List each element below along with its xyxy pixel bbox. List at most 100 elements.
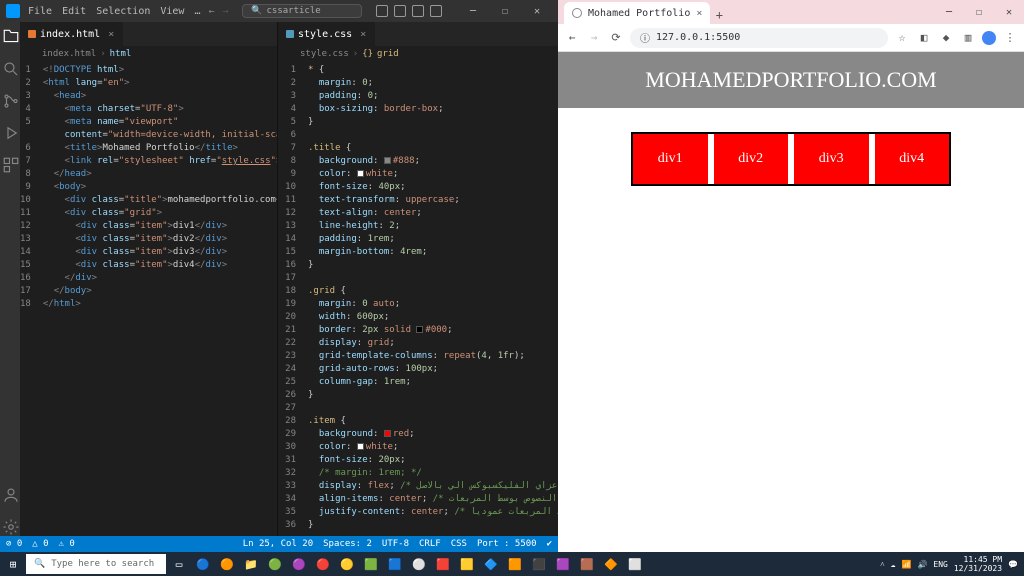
menu-bar: File Edit Selection View … xyxy=(28,6,201,17)
url-text: 127.0.0.1:5500 xyxy=(656,32,740,43)
vscode-logo-icon xyxy=(6,4,20,18)
maximize-button[interactable]: ☐ xyxy=(490,1,520,21)
taskbar-app-icon[interactable]: 🟣 xyxy=(288,554,310,574)
taskbar-app-icon[interactable]: 🟥 xyxy=(432,554,454,574)
taskbar-app-icon[interactable]: ⬛ xyxy=(528,554,550,574)
account-icon[interactable] xyxy=(2,486,20,504)
taskbar-app-icon[interactable]: ⬜ xyxy=(624,554,646,574)
css-file-icon xyxy=(286,30,294,38)
profile-icon[interactable] xyxy=(982,31,996,45)
debug-icon[interactable] xyxy=(2,124,20,142)
extension-icon[interactable]: ◆ xyxy=(938,30,954,46)
close-button[interactable]: ✕ xyxy=(522,1,552,21)
taskbar-app-icon[interactable]: 🟢 xyxy=(264,554,286,574)
search-icon: 🔍 xyxy=(251,6,262,16)
site-info-icon[interactable]: ⓘ xyxy=(640,30,650,45)
extension-icon[interactable]: ▥ xyxy=(960,30,976,46)
taskbar-app-icon[interactable]: ⚪ xyxy=(408,554,430,574)
taskbar-clock[interactable]: 11:45 PM 12/31/2023 xyxy=(954,555,1002,573)
close-tab-icon[interactable]: × xyxy=(696,8,702,19)
command-search[interactable]: 🔍cssarticle xyxy=(242,4,362,18)
taskbar-search[interactable]: 🔍Type here to search xyxy=(26,554,166,574)
browser-tabstrip: Mohamed Portfolio × + ─ ☐ ✕ xyxy=(558,0,1024,24)
task-view-icon[interactable]: ▭ xyxy=(168,554,190,574)
tray-lang-icon[interactable]: ENG xyxy=(933,560,947,569)
taskbar-app-icon[interactable]: 🔵 xyxy=(192,554,214,574)
browser-tab[interactable]: Mohamed Portfolio × xyxy=(564,2,710,24)
status-port[interactable]: Port : 5500 xyxy=(477,539,537,549)
browser-toolbar: ← → ⟳ ⓘ 127.0.0.1:5500 ☆ ◧ ◆ ▥ ⋮ xyxy=(558,24,1024,52)
tab-index-html[interactable]: index.html× xyxy=(20,22,123,46)
taskbar-app-icon[interactable]: 🟧 xyxy=(504,554,526,574)
layout-left-icon[interactable] xyxy=(376,5,388,17)
search-icon: 🔍 xyxy=(34,559,45,569)
taskbar-app-icon[interactable]: 🟡 xyxy=(336,554,358,574)
tab-style-css[interactable]: style.css× xyxy=(278,22,375,46)
tray-wifi-icon[interactable]: 📶 xyxy=(901,560,911,569)
menu-selection[interactable]: Selection xyxy=(96,6,150,17)
minimize-button[interactable]: ─ xyxy=(458,1,488,21)
maximize-button[interactable]: ☐ xyxy=(964,0,994,24)
notifications-icon[interactable]: 💬 xyxy=(1008,560,1018,569)
taskbar-app-icon[interactable]: 🟠 xyxy=(216,554,238,574)
taskbar-app-icon[interactable]: 🟩 xyxy=(360,554,382,574)
taskbar-app-icon[interactable]: 🟦 xyxy=(384,554,406,574)
menu-more[interactable]: … xyxy=(194,6,200,17)
reload-button[interactable]: ⟳ xyxy=(608,30,624,46)
clock-date: 12/31/2023 xyxy=(954,564,1002,573)
address-bar[interactable]: ⓘ 127.0.0.1:5500 xyxy=(630,28,888,48)
forward-button[interactable]: → xyxy=(586,30,602,46)
close-tab-icon[interactable]: × xyxy=(108,29,114,40)
status-bar: ⊘ 0 △ 0 ⚠ 0 Ln 25, Col 20 Spaces: 2 UTF-… xyxy=(0,536,558,552)
status-eol[interactable]: CRLF xyxy=(419,539,441,549)
bookmark-icon[interactable]: ☆ xyxy=(894,30,910,46)
clock-time: 11:45 PM xyxy=(954,555,1002,564)
search-icon[interactable] xyxy=(2,60,20,78)
tray-up-icon[interactable]: ˄ xyxy=(880,560,885,569)
menu-edit[interactable]: Edit xyxy=(62,6,86,17)
taskbar-app-icon[interactable]: 🔴 xyxy=(312,554,334,574)
status-errors[interactable]: ⊘ 0 xyxy=(6,539,22,549)
grid-item: div2 xyxy=(714,134,789,184)
html-file-icon xyxy=(28,30,36,38)
start-button[interactable]: ⊞ xyxy=(2,554,24,574)
explorer-icon[interactable] xyxy=(2,28,20,46)
taskbar-app-icon[interactable]: 🔶 xyxy=(600,554,622,574)
tray-volume-icon[interactable]: 🔊 xyxy=(917,560,927,569)
status-warnings[interactable]: △ 0 xyxy=(32,539,48,549)
status-info[interactable]: ⚠ 0 xyxy=(59,539,75,549)
minimize-button[interactable]: ─ xyxy=(934,0,964,24)
layout-right-icon[interactable] xyxy=(412,5,424,17)
new-tab-button[interactable]: + xyxy=(710,6,728,24)
layout-full-icon[interactable] xyxy=(430,5,442,17)
crumb-sel: grid xyxy=(377,49,399,59)
breadcrumb[interactable]: index.html› html xyxy=(20,46,277,62)
scm-icon[interactable] xyxy=(2,92,20,110)
nav-fwd-icon[interactable]: → xyxy=(223,6,229,17)
extension-icon[interactable]: ◧ xyxy=(916,30,932,46)
close-button[interactable]: ✕ xyxy=(994,0,1024,24)
crumb-file: index.html xyxy=(42,49,96,59)
menu-button[interactable]: ⋮ xyxy=(1002,30,1018,46)
code-area-html[interactable]: 123456789101112131415161718 <!DOCTYPE ht… xyxy=(20,62,277,536)
status-cursor[interactable]: Ln 25, Col 20 xyxy=(243,539,313,549)
menu-file[interactable]: File xyxy=(28,6,52,17)
taskbar-app-icon[interactable]: 🟪 xyxy=(552,554,574,574)
status-spaces[interactable]: Spaces: 2 xyxy=(323,539,372,549)
nav-back-icon[interactable]: ← xyxy=(209,6,215,17)
menu-view[interactable]: View xyxy=(160,6,184,17)
taskbar-app-icon[interactable]: 🟫 xyxy=(576,554,598,574)
close-tab-icon[interactable]: × xyxy=(360,29,366,40)
vscode-window: File Edit Selection View … ← → 🔍cssartic… xyxy=(0,0,558,552)
layout-bottom-icon[interactable] xyxy=(394,5,406,17)
taskbar-app-icon[interactable]: 🔷 xyxy=(480,554,502,574)
settings-icon[interactable] xyxy=(2,518,20,536)
extensions-icon[interactable] xyxy=(2,156,20,174)
status-prettier[interactable]: ✔ xyxy=(547,539,552,549)
status-lang[interactable]: CSS xyxy=(451,539,467,549)
tray-cloud-icon[interactable]: ☁ xyxy=(891,560,896,569)
status-encoding[interactable]: UTF-8 xyxy=(382,539,409,549)
taskbar-app-icon[interactable]: 🟨 xyxy=(456,554,478,574)
back-button[interactable]: ← xyxy=(564,30,580,46)
taskbar-app-icon[interactable]: 📁 xyxy=(240,554,262,574)
